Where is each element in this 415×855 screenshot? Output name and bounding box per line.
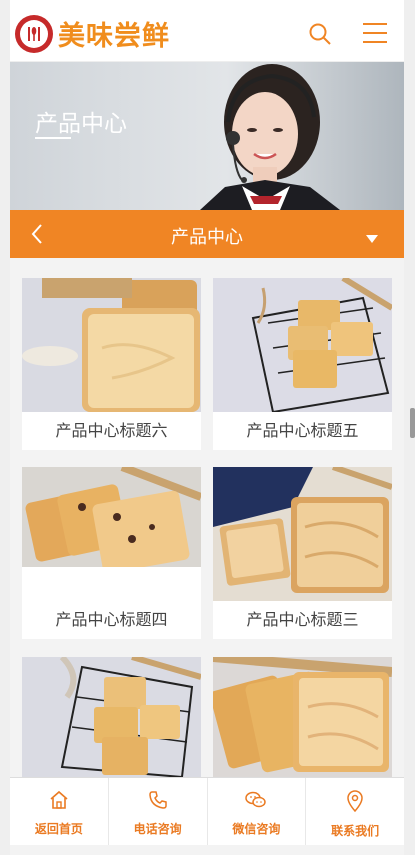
search-icon[interactable] <box>308 22 332 50</box>
product-title[interactable]: 产品中心标题五 <box>213 412 392 450</box>
product-card[interactable]: 产品中心标题六 <box>22 278 201 450</box>
product-image[interactable] <box>213 467 392 601</box>
phone-icon <box>148 790 168 814</box>
product-image[interactable] <box>22 467 201 567</box>
tab-label: 微信咨询 <box>232 822 281 836</box>
product-title[interactable]: 产品中心标题六 <box>22 412 201 450</box>
banner-underline <box>35 137 71 139</box>
product-image[interactable] <box>213 657 392 777</box>
tab-wechat[interactable]: 微信咨询 <box>208 778 307 845</box>
product-title[interactable]: 产品中心标题三 <box>213 601 392 639</box>
product-card[interactable] <box>22 657 201 777</box>
tab-label: 联系我们 <box>331 824 380 838</box>
menu-icon[interactable] <box>362 22 388 48</box>
bottom-tabbar: 返回首页 电话咨询 微信咨询 联系我们 <box>10 777 404 845</box>
location-icon <box>346 790 364 816</box>
page: 美味尝鲜 产品中心 产品中心 产品中心标题六 产品中心标题五 产品中心标题四 产… <box>10 0 404 855</box>
caret-down-icon[interactable] <box>365 229 379 248</box>
logo-badge-icon <box>15 14 53 53</box>
scrollbar-thumb[interactable] <box>410 408 415 438</box>
product-card[interactable]: 产品中心标题四 <box>22 467 201 639</box>
category-bar: 产品中心 <box>10 210 404 258</box>
banner: 产品中心 <box>10 62 404 210</box>
banner-title: 产品中心 <box>35 111 127 137</box>
product-image[interactable] <box>22 278 201 412</box>
product-image[interactable] <box>213 278 392 412</box>
product-card[interactable] <box>213 657 392 777</box>
brand-name: 美味尝鲜 <box>58 21 170 52</box>
home-icon <box>49 790 69 814</box>
tab-contact[interactable]: 联系我们 <box>306 778 404 845</box>
product-card[interactable]: 产品中心标题三 <box>213 467 392 639</box>
tab-label: 返回首页 <box>34 822 83 836</box>
product-title[interactable]: 产品中心标题四 <box>22 601 201 639</box>
logo[interactable]: 美味尝鲜 <box>15 14 170 53</box>
tab-label: 电话咨询 <box>133 822 182 836</box>
wechat-icon <box>245 790 267 814</box>
product-card[interactable]: 产品中心标题五 <box>213 278 392 450</box>
product-image[interactable] <box>22 657 201 777</box>
tab-phone[interactable]: 电话咨询 <box>109 778 208 845</box>
header: 美味尝鲜 <box>10 0 404 62</box>
category-title: 产品中心 <box>171 227 243 248</box>
tab-home[interactable]: 返回首页 <box>10 778 109 845</box>
